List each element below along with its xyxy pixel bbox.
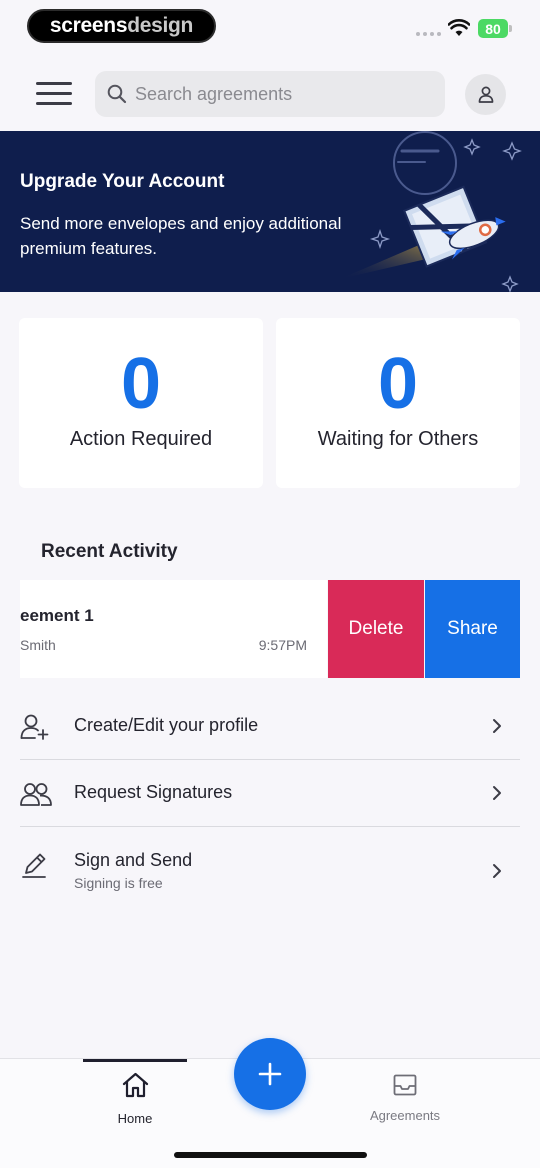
brand-logo: screens design (27, 9, 216, 43)
request-signatures-label: Request Signatures (74, 782, 233, 802)
app-header (0, 54, 540, 131)
waiting-for-others-card[interactable]: 0 Waiting for Others (276, 318, 520, 488)
brand-text-1: screens (49, 14, 128, 37)
people-icon (20, 783, 52, 806)
sign-and-send-item[interactable]: Sign and Send Signing is free (20, 827, 520, 913)
battery-icon: 80 (478, 19, 508, 38)
chevron-right-icon (493, 786, 501, 800)
create-edit-profile-label: Create/Edit your profile (74, 715, 259, 735)
search-input[interactable] (135, 83, 425, 105)
menu-icon-line (36, 92, 72, 95)
delete-button[interactable]: Delete (328, 580, 424, 678)
search-bar[interactable] (95, 71, 445, 117)
tab-home[interactable]: Home (83, 1059, 187, 1134)
inbox-icon (393, 1074, 417, 1096)
tab-agreements[interactable]: Agreements (353, 1059, 457, 1134)
profile-button[interactable] (465, 74, 506, 115)
home-indicator[interactable] (174, 1152, 367, 1158)
action-required-label: Action Required (69, 428, 213, 450)
upgrade-banner[interactable]: Upgrade Your Account Send more envelopes… (0, 131, 540, 292)
pen-icon (22, 853, 46, 878)
waiting-for-others-count: 0 (377, 344, 419, 424)
share-button[interactable]: Share (425, 580, 520, 678)
plus-icon (258, 1062, 282, 1086)
waiting-for-others-label: Waiting for Others (317, 428, 479, 450)
agreement-sender: Smith (20, 637, 56, 653)
rocket-envelope-illustration (340, 131, 522, 292)
tab-home-label: Home (117, 1111, 153, 1126)
sign-and-send-subtitle: Signing is free (74, 875, 163, 891)
agreement-title: eement 1 (20, 606, 94, 625)
chevron-right-icon (493, 864, 501, 878)
search-icon (107, 84, 127, 104)
menu-icon-line (36, 102, 72, 105)
create-edit-profile-item[interactable]: Create/Edit your profile (20, 693, 520, 759)
status-bar: screens design 80 (0, 0, 540, 54)
request-signatures-item[interactable]: Request Signatures (20, 760, 520, 826)
add-person-icon (20, 714, 49, 740)
wifi-icon (448, 19, 470, 36)
action-required-count: 0 (120, 344, 162, 424)
chevron-right-icon (493, 719, 501, 733)
recent-activity-title: Recent Activity (41, 541, 178, 562)
menu-icon-line (36, 82, 72, 85)
cellular-signal-icon (416, 32, 441, 36)
home-icon (122, 1072, 149, 1098)
agreement-time: 9:57PM (258, 637, 307, 653)
recent-activity-item[interactable]: eement 1 Smith 9:57PM (20, 580, 327, 678)
banner-title: Upgrade Your Account (20, 171, 225, 192)
action-required-card[interactable]: 0 Action Required (19, 318, 263, 488)
banner-text: Send more envelopes and enjoy additional… (20, 214, 342, 258)
brand-text-2: design (127, 14, 194, 37)
sign-and-send-label: Sign and Send (74, 850, 193, 870)
battery-tip (509, 25, 512, 32)
add-agreement-button[interactable] (234, 1038, 306, 1110)
battery-level: 80 (485, 20, 501, 37)
person-icon (478, 86, 493, 103)
tab-agreements-label: Agreements (369, 1108, 441, 1123)
menu-button[interactable] (36, 82, 72, 106)
